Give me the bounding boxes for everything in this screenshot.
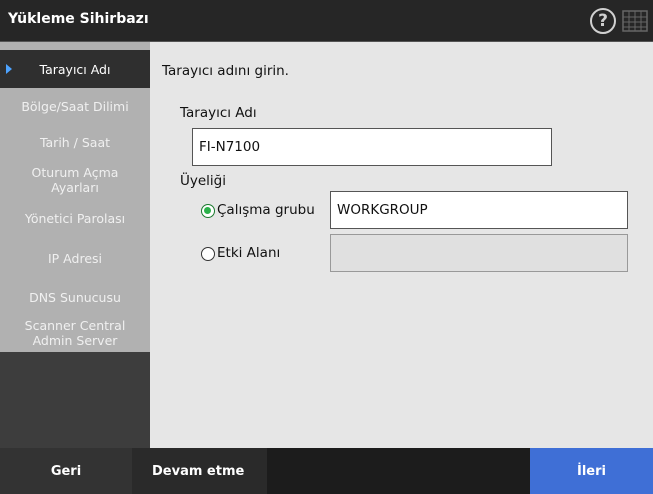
instruction-text: Tarayıcı adını girin. xyxy=(162,63,289,79)
sidebar-item-login-settings[interactable]: Oturum Açma Ayarları xyxy=(0,160,150,200)
back-button[interactable]: Geri xyxy=(0,448,132,494)
sidebar-item-dns-server[interactable]: DNS Sunucusu xyxy=(0,280,150,314)
sidebar-item-region-timezone[interactable]: Bölge/Saat Dilimi xyxy=(0,88,150,124)
sidebar-item-date-time[interactable]: Tarih / Saat xyxy=(0,124,150,160)
title-bar: Yükleme Sihirbazı ? xyxy=(0,0,653,42)
keyboard-icon[interactable] xyxy=(622,10,648,32)
help-icon[interactable]: ? xyxy=(590,8,616,34)
sidebar-item-admin-password[interactable]: Yönetici Parolası xyxy=(0,200,150,236)
window-title: Yükleme Sihirbazı xyxy=(8,11,149,27)
sidebar-item-scanner-name[interactable]: Tarayıcı Adı xyxy=(0,50,150,88)
sidebar-item-label: Yönetici Parolası xyxy=(24,210,126,226)
workgroup-radio[interactable] xyxy=(201,204,215,218)
domain-label[interactable]: Etki Alanı xyxy=(217,245,280,261)
workgroup-input[interactable]: WORKGROUP xyxy=(330,191,628,229)
next-button[interactable]: İleri xyxy=(530,448,653,494)
sidebar-item-label: Scanner Central Admin Server xyxy=(24,318,126,348)
scanner-name-input[interactable]: FI-N7100 xyxy=(192,128,552,166)
sidebar-item-label: Bölge/Saat Dilimi xyxy=(21,98,129,114)
membership-label: Üyeliği xyxy=(180,173,226,189)
sidebar-item-label: Oturum Açma Ayarları xyxy=(31,165,119,195)
domain-input xyxy=(330,234,628,272)
continue-button[interactable]: Devam etme xyxy=(132,448,267,494)
sidebar-item-label: Tarih / Saat xyxy=(39,134,111,150)
sidebar: Tarayıcı Adı Bölge/Saat Dilimi Tarih / S… xyxy=(0,42,150,448)
sidebar-item-ip-address[interactable]: IP Adresi xyxy=(0,240,150,276)
main-panel: Tarayıcı adını girin. Tarayıcı Adı FI-N7… xyxy=(150,42,653,448)
sidebar-item-label: Tarayıcı Adı xyxy=(39,61,111,77)
workgroup-label[interactable]: Çalışma grubu xyxy=(217,202,315,218)
active-arrow-icon xyxy=(6,64,12,74)
scanner-name-label: Tarayıcı Adı xyxy=(180,105,257,121)
bottom-bar: Geri Devam etme İleri xyxy=(0,448,653,494)
sidebar-list: Tarayıcı Adı Bölge/Saat Dilimi Tarih / S… xyxy=(0,42,150,352)
domain-radio[interactable] xyxy=(201,247,215,261)
sidebar-item-label: IP Adresi xyxy=(47,250,102,266)
sidebar-item-label: DNS Sunucusu xyxy=(29,289,121,305)
sidebar-item-scanner-central-admin[interactable]: Scanner Central Admin Server xyxy=(0,314,150,352)
